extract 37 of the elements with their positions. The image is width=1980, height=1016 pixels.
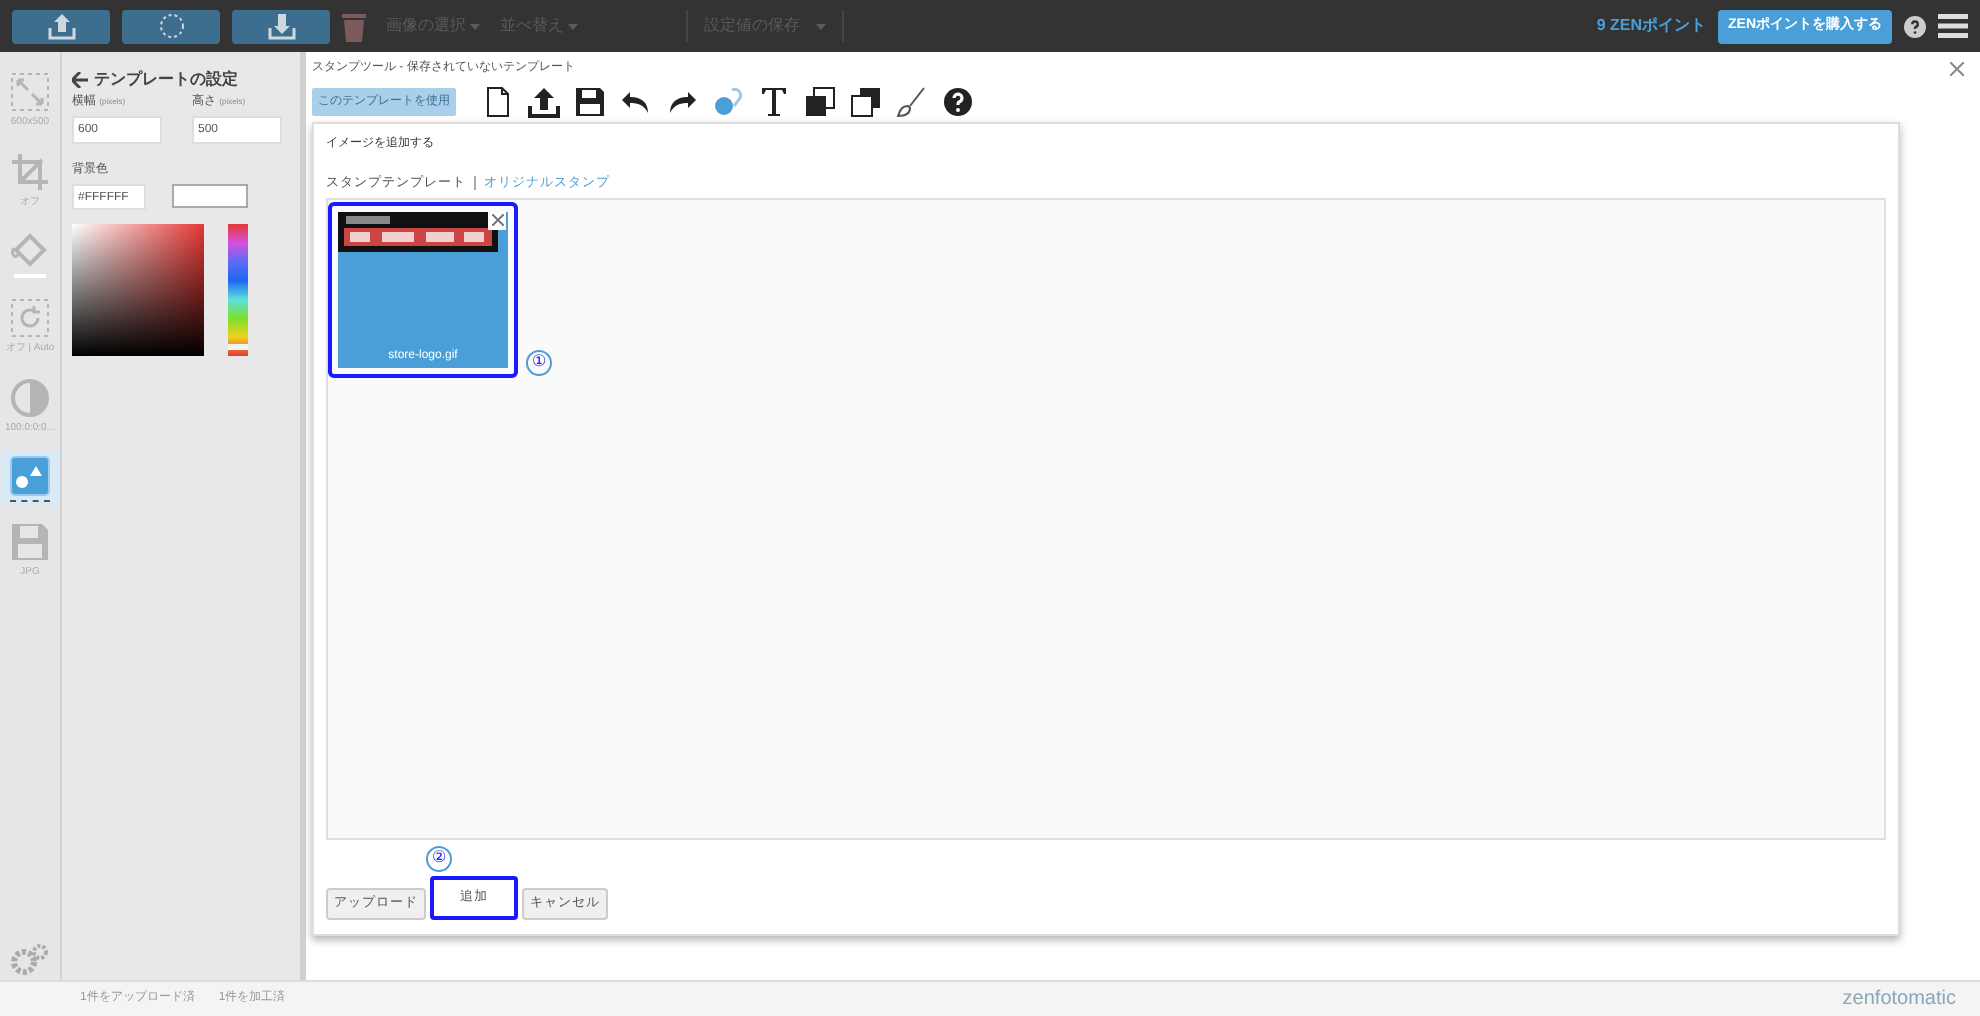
bring-front-icon[interactable] [804, 86, 836, 118]
caret-icon [568, 23, 578, 29]
resize-icon [10, 72, 50, 112]
download-icon [267, 12, 295, 40]
tool-button[interactable] [1, 452, 59, 506]
contrast-icon [10, 377, 50, 417]
redo-icon[interactable] [666, 86, 698, 118]
help-icon[interactable] [1904, 15, 1926, 37]
loading-button[interactable] [122, 9, 220, 43]
callout-number: ① [526, 349, 552, 376]
menu-icon[interactable] [1938, 14, 1968, 38]
brush-icon[interactable] [896, 86, 928, 118]
spinner-icon [157, 12, 185, 40]
caret-icon [470, 23, 480, 29]
app-logo: zenfotomatic [1842, 986, 1956, 1014]
upload-button[interactable] [12, 9, 110, 43]
download-button[interactable] [232, 9, 330, 43]
panel-title: テンプレートの設定 [94, 68, 238, 92]
text-tool-icon[interactable] [758, 86, 790, 118]
color-gradient-picker[interactable] [72, 224, 204, 356]
upload-icon[interactable] [528, 86, 560, 118]
send-back-icon[interactable] [850, 86, 882, 118]
caret-icon [816, 23, 826, 29]
shapes-icon[interactable] [712, 86, 744, 118]
paint-bucket-icon [10, 230, 50, 270]
color-swatch[interactable] [172, 184, 248, 208]
callout-number: ② [426, 845, 452, 872]
rotate-icon [10, 298, 50, 338]
new-page-icon[interactable] [482, 86, 514, 118]
upload-icon [47, 12, 75, 40]
points-balance: 9 ZENポイント [1596, 14, 1706, 38]
back-arrow-icon[interactable] [72, 72, 88, 88]
image-stamp-icon [10, 456, 50, 496]
close-icon[interactable] [1950, 62, 1964, 76]
close-icon[interactable] [488, 211, 506, 230]
help-icon[interactable] [942, 86, 974, 118]
crop-icon [10, 151, 50, 191]
